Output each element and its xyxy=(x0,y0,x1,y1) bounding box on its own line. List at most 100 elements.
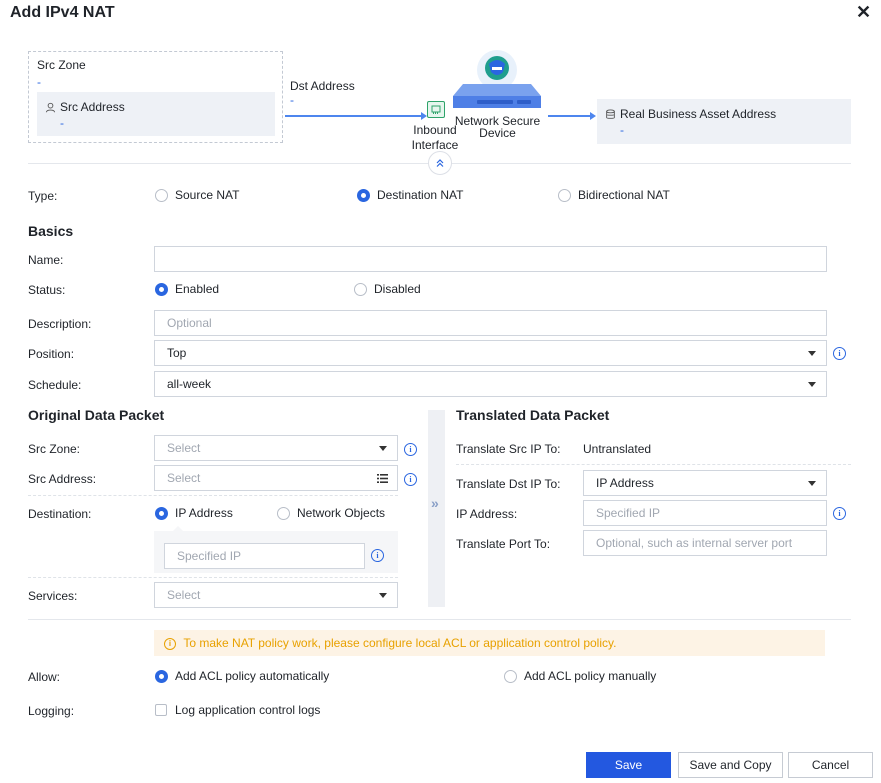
acl-warning-text: To make NAT policy work, please configur… xyxy=(183,636,617,650)
status-label: Status: xyxy=(28,283,66,297)
services-placeholder: Select xyxy=(167,588,201,602)
original-src-address-label: Src Address: xyxy=(28,472,97,486)
diagram-src-address-value: - xyxy=(60,116,64,130)
divider xyxy=(456,464,851,465)
schedule-select[interactable]: all-week xyxy=(154,371,827,397)
name-label: Name: xyxy=(28,253,64,267)
translate-dst-ip-value: IP Address xyxy=(596,476,654,490)
allow-auto-label: Add ACL policy automatically xyxy=(175,669,330,683)
caret-down-icon xyxy=(379,593,387,598)
destination-objects-radio[interactable]: Network Objects xyxy=(277,506,385,520)
info-icon: i xyxy=(164,637,176,650)
real-asset-box: Real Business Asset Address - xyxy=(597,99,851,144)
destination-objects-label: Network Objects xyxy=(297,506,386,520)
position-value: Top xyxy=(167,346,187,360)
divider xyxy=(28,577,398,578)
caret-down-icon xyxy=(379,446,387,451)
description-label: Description: xyxy=(28,317,92,331)
logging-label: Logging: xyxy=(28,704,75,718)
description-input[interactable]: Optional xyxy=(154,310,827,336)
type-option-label: Source NAT xyxy=(175,188,240,202)
type-destination-nat-radio[interactable]: Destination NAT xyxy=(357,188,463,202)
allow-manual-label: Add ACL policy manually xyxy=(524,669,657,683)
type-bidirectional-nat-radio[interactable]: Bidirectional NAT xyxy=(558,188,670,202)
destination-ip-label: IP Address xyxy=(175,506,233,520)
src-zone-placeholder: Select xyxy=(167,441,201,455)
info-icon[interactable]: i xyxy=(371,549,384,562)
close-icon[interactable]: ✕ xyxy=(856,2,871,23)
original-src-zone-select[interactable]: Select xyxy=(154,435,398,461)
info-icon[interactable]: i xyxy=(833,347,846,360)
allow-manual-radio[interactable]: Add ACL policy manually xyxy=(504,669,656,683)
radio-selected-icon xyxy=(155,282,168,296)
position-select[interactable]: Top xyxy=(154,340,827,366)
translate-port-label: Translate Port To: xyxy=(456,537,551,551)
diagram-dst-address-label: Dst Address xyxy=(290,79,355,93)
type-label: Type: xyxy=(28,189,58,203)
radio-icon xyxy=(504,669,517,683)
translate-port-input[interactable]: Optional, such as internal server port xyxy=(583,530,827,556)
radio-icon xyxy=(558,188,571,202)
user-icon xyxy=(45,102,56,112)
destination-label: Destination: xyxy=(28,507,92,521)
info-icon[interactable]: i xyxy=(404,473,417,486)
allow-label: Allow: xyxy=(28,670,61,684)
allow-auto-radio[interactable]: Add ACL policy automatically xyxy=(155,669,329,683)
name-input[interactable] xyxy=(154,246,827,272)
translate-dst-ip-label: Translate Dst IP To: xyxy=(456,477,561,491)
original-heading: Original Data Packet xyxy=(28,407,165,423)
caret-down-icon xyxy=(808,351,816,356)
info-icon[interactable]: i xyxy=(833,507,846,520)
services-select[interactable]: Select xyxy=(154,582,398,608)
radio-selected-icon xyxy=(155,506,168,520)
status-enabled-radio[interactable]: Enabled xyxy=(155,282,219,296)
flow-arrow xyxy=(285,112,427,120)
status-enabled-label: Enabled xyxy=(175,282,220,296)
diagram-dst-address-value: - xyxy=(290,93,294,107)
diagram-src-zone: Src Zone - xyxy=(37,58,86,89)
radio-icon xyxy=(277,506,290,520)
network-device-icon xyxy=(451,48,543,113)
device-label-line2: Device xyxy=(479,126,516,140)
destination-ip-input[interactable]: Specified IP xyxy=(164,543,365,569)
divider xyxy=(28,619,851,620)
interface-icon xyxy=(427,101,445,118)
flow-arrow xyxy=(548,112,596,120)
dialog-title: Add IPv4 NAT xyxy=(10,4,115,21)
packet-separator: » xyxy=(428,410,445,607)
translated-ip-address-input[interactable]: Specified IP xyxy=(583,500,827,526)
diagram-src-zone-value: - xyxy=(37,75,41,89)
network-device-label: Network Secure Device xyxy=(450,115,545,139)
divider xyxy=(28,495,398,496)
type-option-label: Destination NAT xyxy=(377,188,464,202)
double-chevron-right-icon: » xyxy=(431,495,439,511)
destination-ip-radio[interactable]: IP Address xyxy=(155,506,233,520)
type-source-nat-radio[interactable]: Source NAT xyxy=(155,188,239,202)
src-address-box: Src Address - xyxy=(37,92,275,136)
original-src-zone-label: Src Zone: xyxy=(28,442,81,456)
log-app-control-label: Log application control logs xyxy=(175,703,321,717)
radio-selected-icon xyxy=(155,669,168,683)
status-disabled-radio[interactable]: Disabled xyxy=(354,282,421,296)
collapse-diagram-button[interactable] xyxy=(428,151,452,175)
info-icon[interactable]: i xyxy=(404,443,417,456)
database-icon xyxy=(606,108,615,119)
diagram-real-asset-label: Real Business Asset Address xyxy=(620,107,777,121)
src-address-placeholder: Select xyxy=(167,471,201,485)
save-and-copy-button[interactable]: Save and Copy xyxy=(678,752,783,778)
schedule-label: Schedule: xyxy=(28,378,82,392)
caret-down-icon xyxy=(808,382,816,387)
original-src-address-select[interactable]: Select xyxy=(154,465,398,491)
translate-src-ip-value: Untranslated xyxy=(583,442,652,456)
diagram-real-asset-value: - xyxy=(620,123,624,137)
radio-icon xyxy=(155,188,168,202)
translate-dst-ip-select[interactable]: IP Address xyxy=(583,470,827,496)
cancel-button[interactable]: Cancel xyxy=(788,752,873,778)
diagram-src-zone-label: Src Zone xyxy=(37,58,86,72)
radio-selected-icon xyxy=(357,188,370,202)
services-label: Services: xyxy=(28,589,78,603)
save-button[interactable]: Save xyxy=(586,752,671,778)
basics-heading: Basics xyxy=(28,223,74,239)
caret-down-icon xyxy=(808,481,816,486)
log-app-control-checkbox[interactable]: Log application control logs xyxy=(155,703,320,717)
